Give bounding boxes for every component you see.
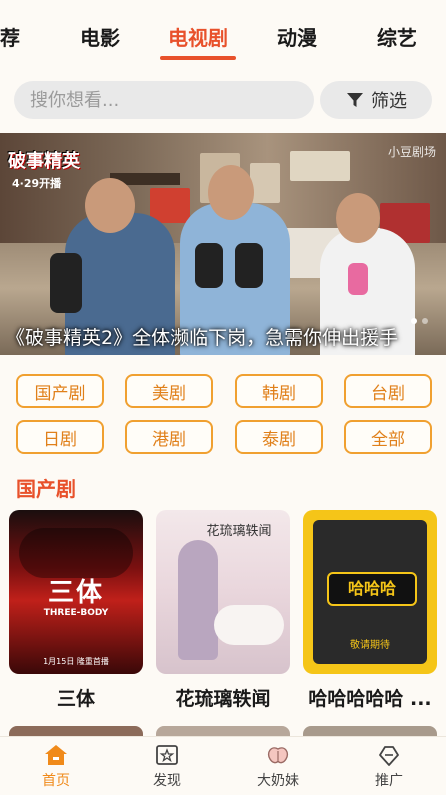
next-row-poster-peek bbox=[303, 726, 437, 736]
banner-premiere-date: 4·29开播 bbox=[12, 177, 62, 190]
backdrop-box bbox=[150, 188, 190, 223]
actor-head bbox=[336, 193, 380, 243]
banner-brand-watermark: 小豆剧场 bbox=[387, 145, 436, 159]
poster-subtitle: THREE-BODY bbox=[43, 608, 109, 618]
show-title: 花琉璃轶闻 bbox=[175, 688, 271, 710]
nav-peach[interactable]: 大奶妹 bbox=[238, 743, 318, 790]
chip-taiwan[interactable]: 台剧 bbox=[344, 374, 432, 408]
poster-figure bbox=[178, 540, 218, 660]
chip-all[interactable]: 全部 bbox=[344, 420, 432, 454]
actor-head bbox=[208, 165, 254, 220]
poster-title: 花琉璃轶闻 bbox=[206, 524, 272, 539]
discover-icon bbox=[156, 745, 178, 765]
search-bar bbox=[14, 81, 314, 119]
chip-mainland[interactable]: 国产剧 bbox=[16, 374, 104, 408]
tab-tv-series[interactable]: 电视剧 bbox=[168, 22, 228, 51]
nav-label: 发现 bbox=[153, 773, 181, 789]
dumbbell bbox=[50, 253, 82, 313]
peach-icon bbox=[267, 747, 289, 764]
carousel-indicator bbox=[411, 318, 428, 324]
carousel-dot[interactable] bbox=[422, 318, 428, 324]
tab-movies[interactable]: 电影 bbox=[80, 22, 120, 51]
show-title: 哈哈哈哈哈 ... bbox=[308, 688, 432, 710]
poster-date: 1月15日 隆重首播 bbox=[43, 657, 109, 666]
tab-recommend[interactable]: 荐 bbox=[0, 22, 20, 51]
carousel-dot[interactable] bbox=[411, 318, 417, 324]
show-poster: 花琉璃轶闻 bbox=[156, 510, 290, 674]
show-card[interactable]: 三体 THREE-BODY 1月15日 隆重首播 三体 bbox=[9, 510, 143, 710]
filter-label: 筛选 bbox=[371, 91, 407, 112]
chip-hongkong[interactable]: 港剧 bbox=[125, 420, 213, 454]
next-row-poster-peek bbox=[156, 726, 290, 736]
nav-home[interactable]: 首页 bbox=[16, 743, 96, 790]
bottom-navigation: 首页 发现 大奶妹 推广 bbox=[0, 736, 446, 795]
active-tab-indicator bbox=[160, 56, 236, 60]
chip-japan[interactable]: 日剧 bbox=[16, 420, 104, 454]
chip-thailand[interactable]: 泰剧 bbox=[235, 420, 323, 454]
show-card[interactable]: 哈哈哈 敬请期待 哈哈哈哈哈 ... bbox=[303, 510, 437, 710]
banner-caption: 《破事精英2》全体濒临下岗，急需你伸出援手 bbox=[6, 327, 399, 349]
next-row-poster-peek bbox=[9, 726, 143, 736]
category-tabs: 荐 电影 电视剧 动漫 综艺 bbox=[0, 0, 446, 70]
show-title: 三体 bbox=[56, 688, 95, 710]
poster-title: 哈哈哈 bbox=[327, 572, 417, 606]
nav-label: 首页 bbox=[42, 773, 70, 789]
funnel-icon bbox=[347, 93, 363, 107]
poster-subtitle: 敬请期待 bbox=[350, 640, 390, 651]
dumbbell bbox=[348, 263, 368, 295]
chip-us[interactable]: 美剧 bbox=[125, 374, 213, 408]
tab-anime[interactable]: 动漫 bbox=[277, 22, 317, 51]
backdrop-box bbox=[290, 151, 350, 181]
nav-share[interactable]: 推广 bbox=[349, 743, 429, 790]
show-poster: 三体 THREE-BODY 1月15日 隆重首播 bbox=[9, 510, 143, 674]
section-title: 国产剧 bbox=[16, 477, 76, 501]
nav-label: 大奶妹 bbox=[257, 773, 299, 789]
dumbbell bbox=[235, 243, 263, 288]
home-icon bbox=[45, 745, 67, 765]
dumbbell bbox=[195, 243, 223, 288]
actor-head bbox=[85, 178, 135, 233]
show-poster: 哈哈哈 敬请期待 bbox=[303, 510, 437, 674]
poster-figure bbox=[214, 605, 284, 645]
backdrop-box bbox=[250, 163, 280, 203]
banner-show-logo: 破事精英 bbox=[8, 151, 80, 172]
nav-discover[interactable]: 发现 bbox=[127, 743, 207, 790]
poster-title: 三体 bbox=[47, 578, 104, 608]
chip-korea[interactable]: 韩剧 bbox=[235, 374, 323, 408]
share-icon bbox=[379, 746, 399, 766]
search-input[interactable] bbox=[28, 88, 302, 112]
nav-label: 推广 bbox=[375, 773, 403, 789]
featured-banner[interactable]: 破事精英 4·29开播 小豆剧场 《破事精英2》全体濒临下岗，急需你伸出援手 bbox=[0, 133, 446, 355]
poster-figures bbox=[19, 528, 133, 578]
show-card[interactable]: 花琉璃轶闻 花琉璃轶闻 bbox=[156, 510, 290, 710]
filter-button[interactable]: 筛选 bbox=[320, 81, 432, 119]
tab-variety[interactable]: 综艺 bbox=[377, 22, 417, 51]
